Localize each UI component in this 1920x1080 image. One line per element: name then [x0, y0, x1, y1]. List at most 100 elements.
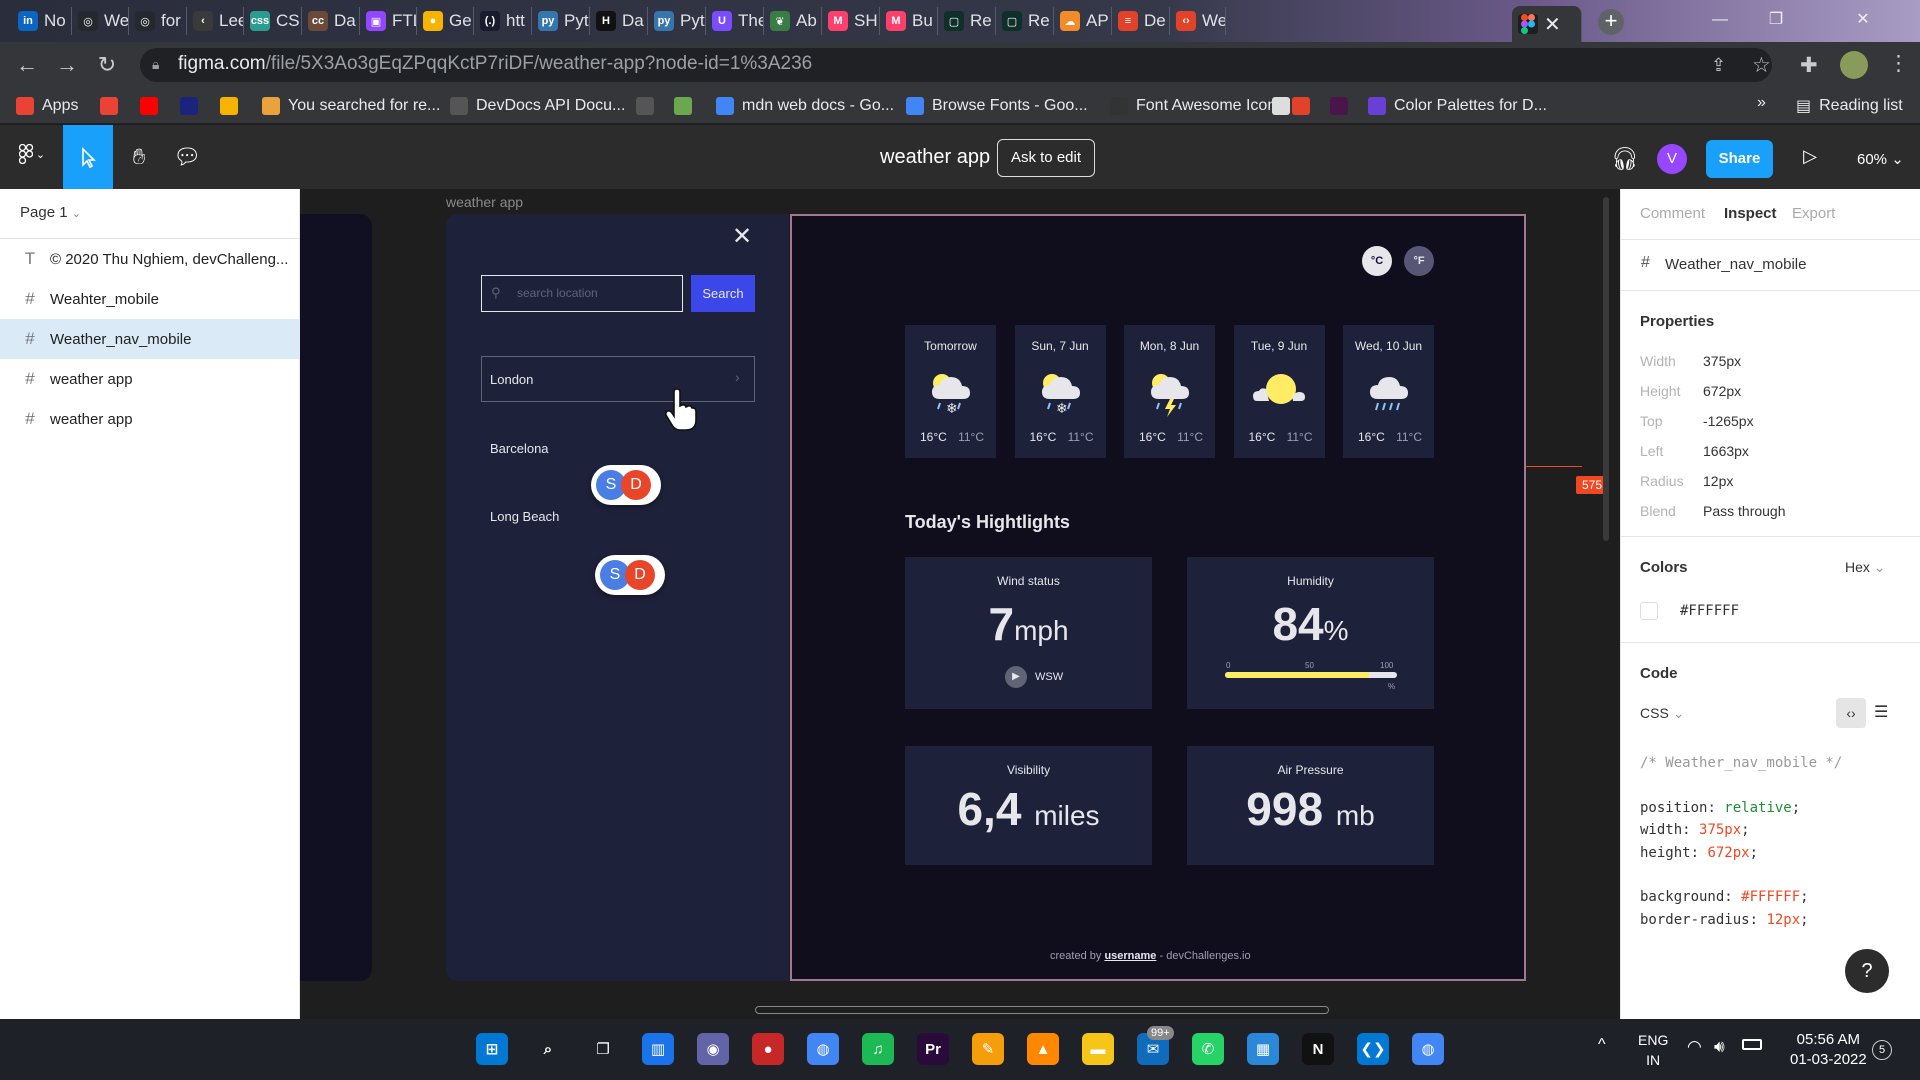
whatsapp-icon[interactable]: ✆ [1192, 1033, 1224, 1065]
premiere-icon[interactable]: Pr [917, 1033, 949, 1065]
bookmark-item[interactable]: Apps [16, 94, 78, 118]
lock-icon[interactable]: 🔒︎ [152, 56, 159, 73]
url-text[interactable]: figma.com/file/5X3Ao3gEqZPqqKctP7riDF/we… [178, 53, 812, 75]
chrome-icon[interactable]: ◍ [807, 1033, 839, 1065]
restore-window-icon[interactable]: ❐ [1748, 0, 1804, 40]
comment-tool-icon[interactable]: 💬︎ [172, 144, 202, 170]
language-indicator[interactable]: ENG IN [1638, 1030, 1668, 1070]
frame-weahter-mobile[interactable] [300, 214, 372, 981]
minimize-window-icon[interactable]: — [1692, 0, 1748, 40]
audio-headphones-icon[interactable]: 🎧︎ [1610, 146, 1640, 172]
browser-tab[interactable]: ▢ Re [938, 7, 996, 35]
forward-icon[interactable]: → [52, 50, 82, 80]
task-view-icon[interactable]: ❐ [587, 1033, 619, 1065]
browser-tab[interactable]: M SH [822, 7, 880, 35]
bookmark-item[interactable]: DevDocs API Docu... [450, 94, 625, 118]
bookmark-item[interactable] [220, 94, 238, 118]
bookmark-item[interactable] [140, 94, 158, 118]
user-avatar[interactable]: V [1657, 144, 1687, 174]
property-value[interactable]: 672px [1703, 383, 1741, 399]
bookmark-item[interactable] [1330, 94, 1348, 118]
bookmark-item[interactable] [674, 94, 692, 118]
layer-item[interactable]: # weather app [0, 359, 300, 399]
frame-label[interactable]: weather app [446, 194, 523, 210]
netflix-icon[interactable]: N [1302, 1033, 1334, 1065]
browser-tab[interactable]: in No [12, 7, 72, 35]
browser-tab[interactable]: py Pyt [532, 7, 590, 35]
bookmark-item[interactable]: Font Awesome Icons [1110, 94, 1284, 118]
city-item-barcelona[interactable]: Barcelona [490, 441, 549, 456]
frame-weather-nav-mobile[interactable] [446, 214, 789, 981]
volume-icon[interactable]: 🔊︎ [1714, 1037, 1725, 1057]
browser-tab[interactable]: ▣ FTL [360, 7, 417, 35]
css-code-block[interactable]: /* Weather_nav_mobile */ position: relati… [1640, 752, 1842, 931]
property-value[interactable]: Pass through [1703, 503, 1786, 519]
share-button[interactable]: Share [1706, 140, 1773, 178]
zoom-dropdown[interactable]: 60% ⌄ [1857, 150, 1904, 168]
footer-user-link[interactable]: username [1104, 950, 1156, 962]
color-format-dropdown[interactable]: Hex ⌄ [1845, 559, 1886, 576]
celsius-button[interactable]: °C [1362, 246, 1392, 276]
back-icon[interactable]: ← [12, 50, 42, 80]
windows-start-icon[interactable]: ⊞ [476, 1033, 508, 1065]
close-tab-icon[interactable]: ✕ [1544, 12, 1561, 37]
property-value[interactable]: -1265px [1703, 413, 1754, 429]
color-hex-value[interactable]: #FFFFFF [1680, 603, 1739, 619]
notification-badge[interactable]: 5 [1872, 1040, 1892, 1060]
photos-icon[interactable]: ▦ [1247, 1033, 1279, 1065]
browser-tab[interactable]: U The [706, 7, 764, 35]
property-value[interactable]: 375px [1703, 353, 1741, 369]
layer-item[interactable]: T © 2020 Thu Nghiem, devChalleng... [0, 239, 300, 279]
record-icon[interactable]: ● [752, 1033, 784, 1065]
browser-tab[interactable]: H Da [590, 7, 648, 35]
bookmark-item[interactable] [1292, 94, 1310, 118]
tab-comment[interactable]: Comment [1640, 205, 1705, 222]
bookmark-item[interactable]: mdn web docs - Go... [716, 94, 894, 118]
code-language-dropdown[interactable]: CSS ⌄ [1640, 705, 1684, 722]
layer-item[interactable]: # Weahter_mobile [0, 279, 300, 319]
color-swatch[interactable] [1640, 602, 1658, 620]
teams-chat-icon[interactable]: ◉ [697, 1033, 729, 1065]
vscode-icon[interactable]: ❮❯ [1357, 1033, 1389, 1065]
file-explorer-icon[interactable]: ▬ [1082, 1033, 1114, 1065]
extensions-icon[interactable]: ✚ [1800, 53, 1818, 78]
bookmark-item[interactable] [180, 94, 198, 118]
widgets-icon[interactable]: ▥ [642, 1033, 674, 1065]
more-menu-icon[interactable]: ⋮ [1888, 51, 1909, 76]
browser-tab[interactable]: ‹ Lee [187, 7, 244, 35]
tab-active-figma[interactable]: ✕ [1512, 6, 1582, 42]
browser-tab[interactable]: css CS [244, 7, 302, 35]
spotify-icon[interactable]: ♫ [862, 1033, 894, 1065]
ask-to-edit-button[interactable]: Ask to edit [997, 139, 1095, 177]
present-play-icon[interactable]: ▷ [1795, 146, 1825, 167]
layer-item[interactable]: # Weather_nav_mobile [0, 319, 300, 359]
horizontal-scrollbar[interactable] [755, 1006, 1329, 1014]
browser-tab[interactable]: ● Ge [417, 7, 474, 35]
browser-tab[interactable]: py Pyt [648, 7, 706, 35]
bookmark-item[interactable]: Browse Fonts - Goo... [906, 94, 1088, 118]
page-selector[interactable]: Page 1 ⌄ [20, 204, 81, 221]
browser-tab[interactable]: ≡ De [1112, 7, 1170, 35]
battery-icon[interactable] [1742, 1039, 1762, 1050]
reading-list-button[interactable]: ▤ Reading list [1796, 94, 1903, 118]
move-tool-button[interactable] [63, 125, 113, 189]
bookmark-item[interactable] [636, 94, 654, 118]
wifi-icon[interactable]: ◠ [1687, 1037, 1702, 1057]
list-view-icon[interactable]: ☰ [1874, 702, 1888, 722]
vlc-icon[interactable]: ▲ [1027, 1033, 1059, 1065]
help-button[interactable]: ? [1845, 949, 1889, 993]
fahrenheit-button[interactable]: °F [1404, 246, 1434, 276]
profile-avatar[interactable] [1840, 51, 1868, 79]
bookmark-item[interactable]: You searched for re... [262, 94, 440, 118]
browser-tab[interactable]: ‹› We [1170, 7, 1226, 35]
browser-tab[interactable]: ▢ Re [996, 7, 1054, 35]
tab-export[interactable]: Export [1792, 205, 1835, 222]
paint-icon[interactable]: ✎ [972, 1033, 1004, 1065]
browser-tab[interactable]: ◎ We [72, 7, 129, 35]
close-window-icon[interactable]: ✕ [1806, 0, 1920, 40]
city-item-long-beach[interactable]: Long Beach [490, 509, 559, 524]
browser-tab[interactable]: M Bu [880, 7, 938, 35]
more-bookmarks-icon[interactable]: » [1757, 94, 1766, 112]
bookmark-item[interactable] [100, 94, 118, 118]
property-value[interactable]: 12px [1703, 473, 1733, 489]
